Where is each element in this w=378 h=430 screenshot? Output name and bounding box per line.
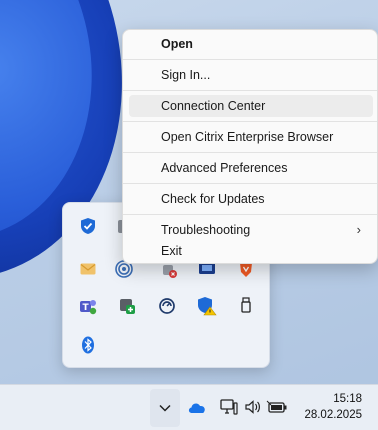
volume-icon[interactable] [243,397,263,417]
svg-text:T: T [83,303,90,313]
menu-item-label: Exit [161,244,182,258]
clock-date: 28.02.2025 [304,409,362,421]
menu-item-sign-in[interactable]: Sign In... [129,64,373,86]
menu-item-label: Sign In... [161,68,211,82]
taskbar: 15:18 28.02.2025 [0,384,378,430]
menu-separator [123,90,377,91]
taskbar-clock[interactable]: 15:18 28.02.2025 [304,391,362,423]
menu-separator [123,152,377,153]
chevron-right-icon: › [356,222,361,237]
menu-separator [123,59,377,60]
menu-item-check-updates[interactable]: Check for Updates [129,188,373,210]
mail-icon[interactable] [75,256,101,282]
menu-item-label: Advanced Preferences [161,161,288,175]
menu-item-label: Open [161,37,193,51]
battery-icon[interactable] [266,397,288,417]
app-add-icon[interactable] [114,293,140,319]
clock-time: 15:18 [333,393,362,405]
menu-item-label: Open Citrix Enterprise Browser [161,130,334,144]
menu-item-open-enterprise-browser[interactable]: Open Citrix Enterprise Browser [129,126,373,148]
defender-shield-icon[interactable] [75,213,101,239]
menu-item-open[interactable]: Open [129,33,373,55]
defender-warning-icon[interactable] [194,293,220,319]
menu-item-troubleshooting[interactable]: Troubleshooting › [129,219,373,241]
network-icon[interactable] [218,397,240,417]
menu-item-advanced-preferences[interactable]: Advanced Preferences [129,157,373,179]
menu-item-exit[interactable]: Exit [129,240,373,262]
bluetooth-icon[interactable] [75,332,101,358]
onedrive-icon[interactable] [186,397,208,417]
menu-item-connection-center[interactable]: Connection Center [129,95,373,117]
show-hidden-icons-button[interactable] [150,389,180,427]
menu-separator [123,183,377,184]
menu-item-label: Troubleshooting [161,223,251,237]
menu-separator [123,121,377,122]
citrix-context-menu: Open Sign In... Connection Center Open C… [122,29,378,264]
menu-separator [123,214,377,215]
menu-item-label: Check for Updates [161,192,265,206]
teams-icon[interactable]: T [75,293,101,319]
menu-item-label: Connection Center [161,99,266,113]
sync-icon[interactable] [154,293,180,319]
chevron-down-icon [159,404,171,412]
usb-eject-icon[interactable] [233,293,259,319]
